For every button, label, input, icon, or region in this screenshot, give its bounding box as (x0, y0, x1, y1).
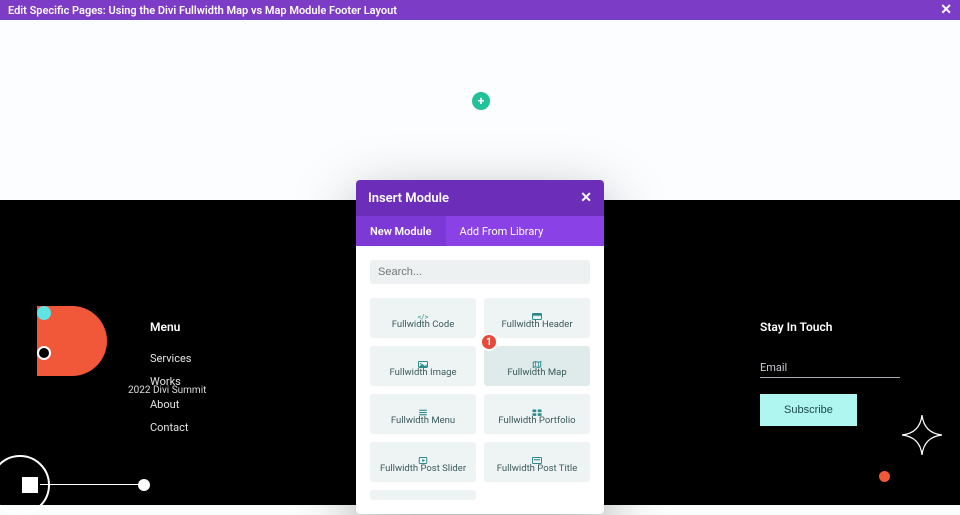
portfolio-icon (531, 402, 543, 412)
module-card-label: Fullwidth Image (390, 367, 457, 378)
footer-subscribe-column: Stay In Touch Email Subscribe (760, 240, 960, 505)
module-card-fullwidth-image[interactable]: Fullwidth Image (370, 346, 476, 386)
modal-header: Insert Module ✕ (356, 180, 604, 216)
tab-new-module[interactable]: New Module (356, 216, 446, 246)
title-icon (531, 450, 543, 460)
header-icon (531, 306, 543, 316)
module-card-fullwidth-map[interactable]: Fullwidth Map (484, 346, 590, 386)
deco-square-icon (22, 477, 38, 493)
callout-badge: 1 (480, 333, 498, 351)
subscribe-button[interactable]: Subscribe (760, 394, 857, 426)
editor-title: Edit Specific Pages: Using the Divi Full… (8, 4, 397, 17)
footer-link-services[interactable]: Services (150, 352, 280, 365)
logo-dot-ring-icon (37, 346, 51, 360)
module-grid: </> Fullwidth Code Fullwidth Header Fullwid… (370, 298, 590, 500)
module-card-label: Fullwidth Header (501, 319, 572, 330)
module-card-fullwidth-code[interactable]: </> Fullwidth Code (370, 298, 476, 338)
map-icon (531, 354, 543, 364)
plus-icon: + (478, 94, 485, 108)
image-icon (417, 354, 429, 364)
deco-line-icon (40, 484, 140, 485)
module-search-input[interactable] (370, 260, 590, 284)
stay-in-touch-heading: Stay In Touch (760, 320, 930, 334)
module-card-label: Fullwidth Map (507, 367, 566, 378)
module-card-label: Fullwidth Portfolio (498, 415, 575, 426)
close-icon[interactable]: ✕ (940, 3, 952, 17)
module-card-fullwidth-post-slider[interactable]: Fullwidth Post Slider (370, 442, 476, 482)
module-card-label: Fullwidth Post Slider (380, 463, 466, 474)
footer-logo-caption: 2022 Divi Summit (128, 385, 206, 396)
slider-icon (417, 450, 429, 460)
add-section-button[interactable]: + (472, 92, 490, 110)
modal-tabs: New Module Add From Library (356, 216, 604, 246)
modal-close-icon[interactable]: ✕ (580, 190, 592, 206)
module-card-fullwidth-header[interactable]: Fullwidth Header (484, 298, 590, 338)
menu-icon (417, 402, 429, 412)
deco-dot-icon (138, 479, 150, 491)
module-card-fullwidth-portfolio[interactable]: Fullwidth Portfolio (484, 394, 590, 434)
footer-menu-column: Menu Services Works About Contact (150, 240, 280, 505)
editor-topbar: Edit Specific Pages: Using the Divi Full… (0, 0, 960, 20)
email-label: Email (760, 361, 787, 374)
module-card-label: Fullwidth Post Title (497, 463, 577, 474)
builder-canvas: + (0, 20, 960, 200)
module-card-more[interactable] (370, 490, 476, 500)
footer-logo (15, 306, 105, 386)
modal-title: Insert Module (368, 191, 449, 206)
logo-dot-orange-icon (37, 326, 51, 340)
tab-add-library[interactable]: Add From Library (446, 216, 558, 246)
module-card-label: Fullwidth Code (392, 319, 455, 330)
email-field[interactable]: Email (760, 356, 900, 378)
footer-link-about[interactable]: About (150, 398, 280, 411)
code-icon: </> (417, 306, 429, 316)
module-card-fullwidth-post-title[interactable]: Fullwidth Post Title (484, 442, 590, 482)
module-card-label: Fullwidth Menu (391, 415, 455, 426)
insert-module-modal: Insert Module ✕ New Module Add From Libr… (356, 180, 604, 514)
logo-dot-cyan-icon (37, 306, 51, 320)
footer-link-contact[interactable]: Contact (150, 421, 280, 434)
module-card-fullwidth-menu[interactable]: Fullwidth Menu (370, 394, 476, 434)
footer-menu-heading: Menu (150, 320, 280, 334)
modal-body: </> Fullwidth Code Fullwidth Header Fullwid… (356, 246, 604, 514)
